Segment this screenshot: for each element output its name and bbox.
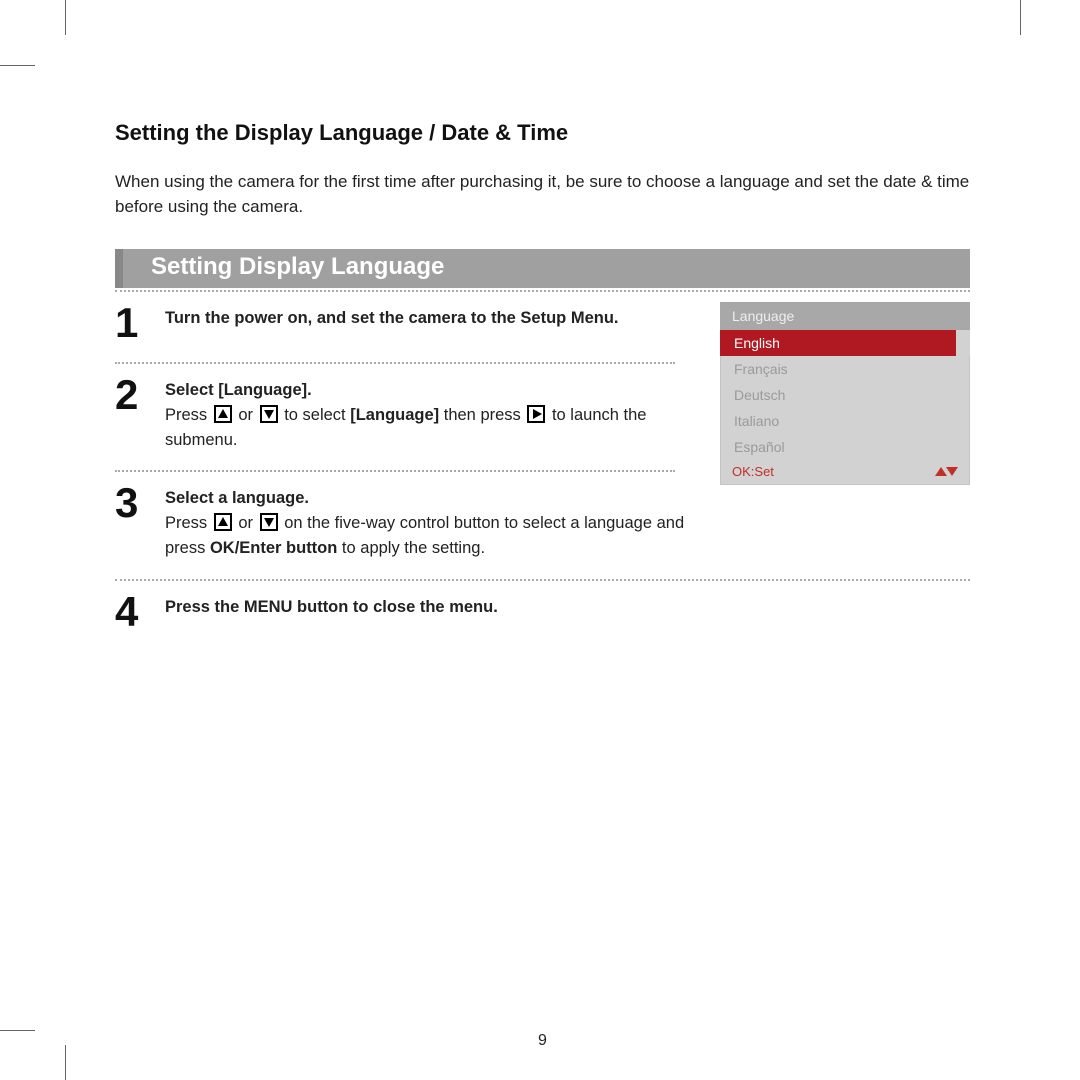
camera-menu-screenshot: Language EnglishFrançaisDeutschItalianoE… (720, 302, 970, 485)
step-number: 4 (115, 591, 147, 633)
menu-nav-arrows (935, 467, 958, 476)
nav-down-icon (946, 467, 958, 476)
step-3: 3 Select a language. Press or on the fiv… (115, 472, 970, 578)
intro-paragraph: When using the camera for the first time… (115, 170, 970, 219)
step-number: 1 (115, 302, 147, 344)
menu-item: English (720, 330, 956, 356)
selected-arrow-icon (958, 337, 967, 349)
step-title: Turn the power on, and set the camera to… (165, 309, 619, 327)
down-arrow-icon (260, 513, 278, 531)
up-arrow-icon (214, 405, 232, 423)
menu-header: Language (720, 302, 970, 330)
right-arrow-icon (527, 405, 545, 423)
step-title: Select [Language]. (165, 381, 312, 399)
section-banner: Setting Display Language (115, 249, 970, 288)
menu-footer-ok: OK:Set (732, 464, 774, 479)
menu-item: Français (720, 356, 970, 382)
step-number: 2 (115, 374, 147, 416)
page-title: Setting the Display Language / Date & Ti… (115, 120, 970, 146)
step-number: 3 (115, 482, 147, 524)
up-arrow-icon (214, 513, 232, 531)
menu-item: Español (720, 434, 970, 460)
down-arrow-icon (260, 405, 278, 423)
page-number: 9 (65, 1032, 1020, 1050)
step-4: 4 Press the MENU button to close the men… (115, 581, 970, 651)
menu-item: Italiano (720, 408, 970, 434)
step-title: Press the MENU button to close the menu. (165, 598, 498, 616)
menu-item: Deutsch (720, 382, 970, 408)
steps-container: 1 Turn the power on, and set the camera … (115, 290, 970, 651)
step-title: Select a language. (165, 489, 309, 507)
